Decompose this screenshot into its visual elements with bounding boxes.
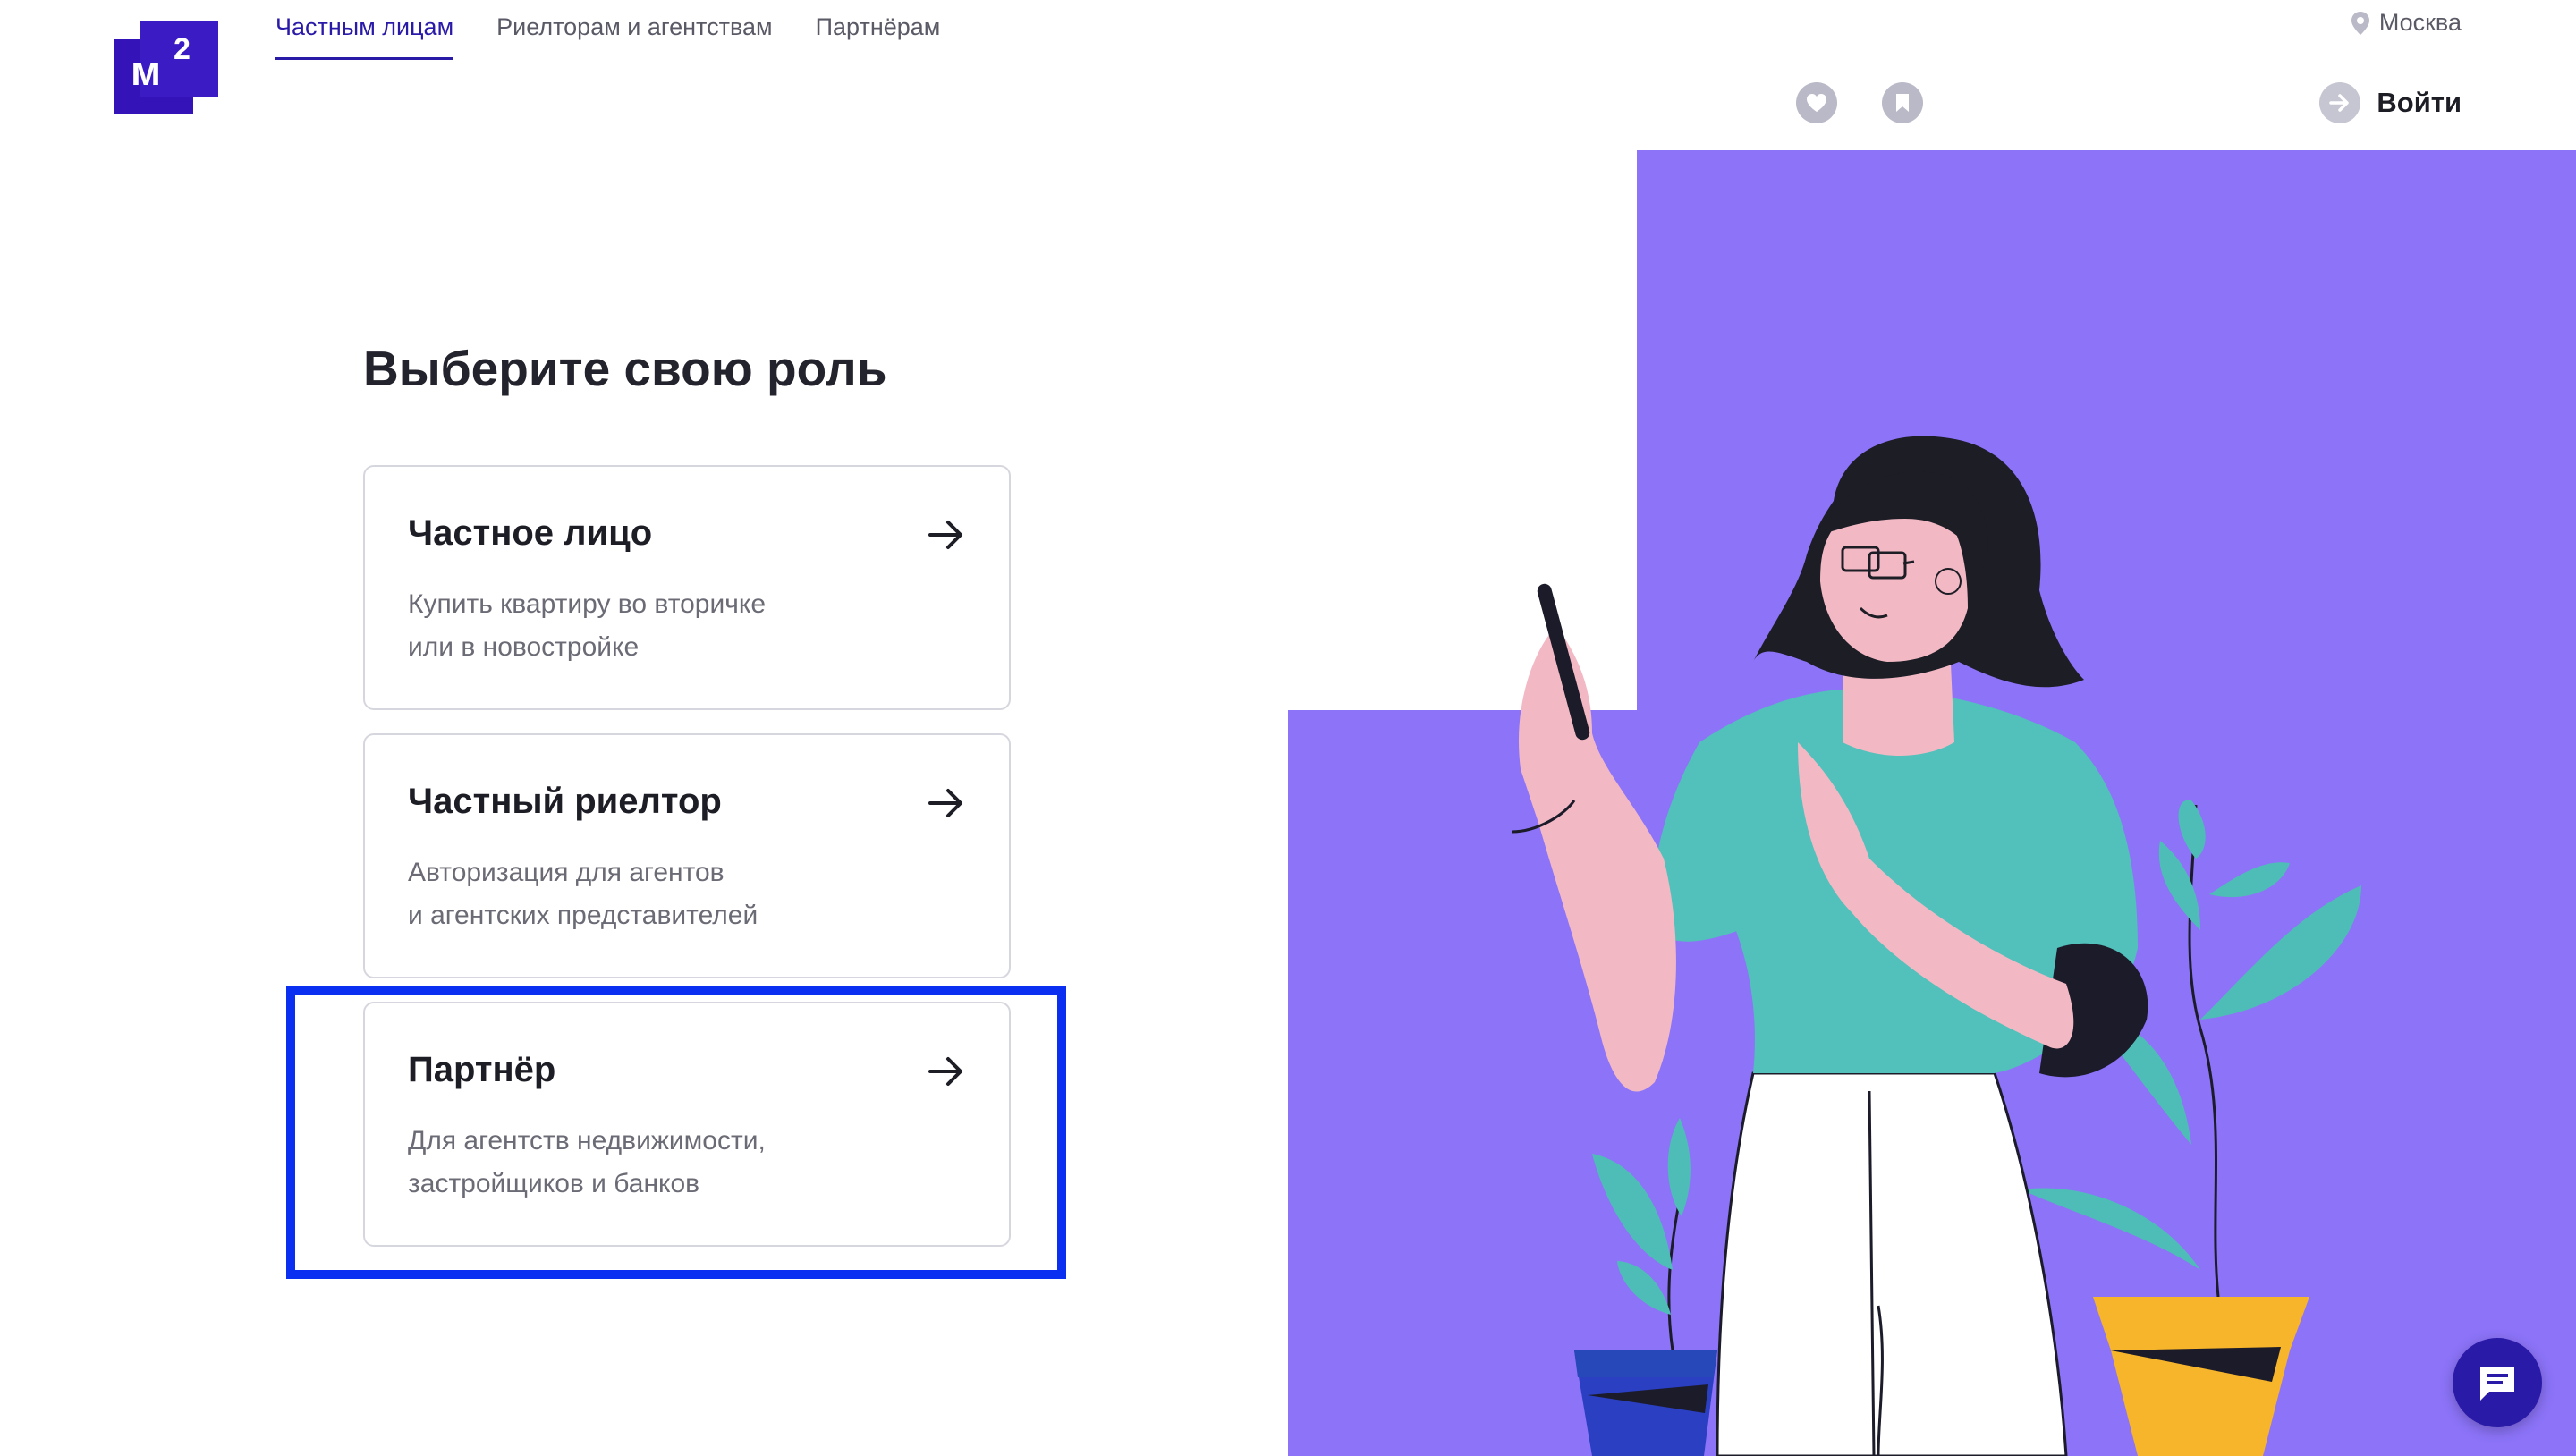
right-plant [2021, 800, 2361, 1456]
nav-item-partners[interactable]: Партнёрам [816, 11, 941, 60]
role-card-desc: Для агентств недвижимости, застройщиков … [408, 1120, 873, 1206]
arrow-right-icon [928, 521, 962, 549]
login-arrow-icon [2319, 82, 2361, 123]
nav-item-realtors[interactable]: Риелторам и агентствам [496, 11, 772, 60]
role-card-desc: Авторизация для агентов и агентских пред… [408, 851, 873, 937]
role-card-title: Частный риелтор [408, 782, 722, 821]
role-card-desc-line: застройщиков и банков [408, 1169, 700, 1198]
chat-icon [2480, 1367, 2514, 1401]
bookmark-icon [1896, 94, 1909, 112]
left-plant [1574, 1118, 1717, 1456]
arrow-right-icon [928, 1057, 962, 1086]
logo-text: м [131, 47, 163, 94]
nav-item-private[interactable]: Частным лицам [275, 11, 454, 60]
logo-superscript: 2 [174, 32, 191, 66]
role-card-partner[interactable]: Партнёр Для агентств недвижимости, застр… [363, 1002, 1011, 1247]
arrow-right-icon [928, 789, 962, 817]
illustration-background [1288, 150, 2576, 1456]
role-card-realtor[interactable]: Частный риелтор Авторизация для агентов … [363, 733, 1011, 978]
login-button[interactable]: Войти [2319, 82, 2462, 123]
woman-figure [1511, 436, 2148, 1456]
bookmarks-button[interactable] [1882, 82, 1923, 123]
favorites-button[interactable] [1796, 82, 1837, 123]
role-card-private[interactable]: Частное лицо Купить квартиру во вторичке… [363, 465, 1011, 710]
role-card-desc-line: Авторизация для агентов [408, 858, 724, 887]
role-card-desc-line: Для агентств недвижимости, [408, 1126, 766, 1155]
main-nav: Частным лицам Риелторам и агентствам Пар… [275, 11, 940, 60]
city-selector[interactable]: Москва [2351, 9, 2462, 37]
chat-button[interactable] [2453, 1338, 2542, 1427]
city-name: Москва [2378, 9, 2462, 36]
role-card-title: Частное лицо [408, 513, 653, 553]
role-card-desc-line: и агентских представителей [408, 901, 758, 930]
login-label: Войти [2377, 87, 2462, 118]
site-logo[interactable]: м 2 [114, 21, 218, 114]
page-title: Выберите свою роль [363, 341, 887, 396]
role-card-desc-line: Купить квартиру во вторичке [408, 589, 767, 619]
role-card-title: Партнёр [408, 1050, 556, 1089]
role-card-desc: Купить квартиру во вторичке или в новост… [408, 583, 873, 669]
heart-icon [1807, 94, 1826, 112]
location-pin-icon [2351, 11, 2369, 35]
role-card-desc-line: или в новостройке [408, 632, 640, 662]
